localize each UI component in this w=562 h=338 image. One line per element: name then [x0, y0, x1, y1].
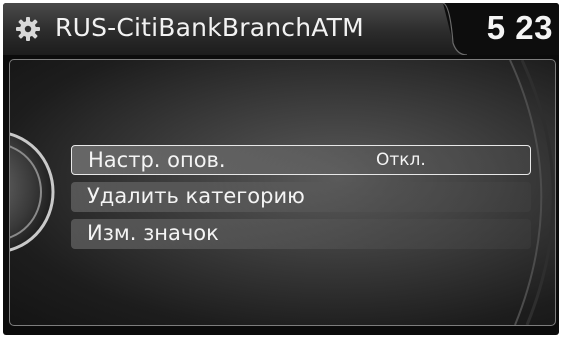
menu-item-label: Удалить категорию	[87, 184, 305, 208]
header-title: RUS-CitiBankBranchATM	[55, 13, 364, 42]
navigation-screen: RUS-CitiBankBranchATM 5 23 Настр. опов. …	[3, 3, 559, 335]
options-menu: Настр. опов. Откл. Удалить категорию Изм…	[71, 145, 531, 256]
clock-display: 5 23	[486, 9, 553, 46]
menu-item-label: Настр. опов.	[88, 148, 226, 172]
menu-item-label: Изм. значок	[87, 221, 219, 245]
content-panel: Настр. опов. Откл. Удалить категорию Изм…	[9, 59, 556, 326]
gear-icon	[16, 17, 40, 41]
header-bar: RUS-CitiBankBranchATM 5 23	[3, 3, 559, 55]
menu-item-delete-category[interactable]: Удалить категорию	[71, 182, 531, 212]
dial-knob	[10, 132, 55, 252]
notification-status-value: Откл.	[376, 150, 426, 170]
menu-item-notification-settings[interactable]: Настр. опов. Откл.	[71, 145, 531, 175]
menu-item-change-icon[interactable]: Изм. значок	[71, 219, 531, 249]
